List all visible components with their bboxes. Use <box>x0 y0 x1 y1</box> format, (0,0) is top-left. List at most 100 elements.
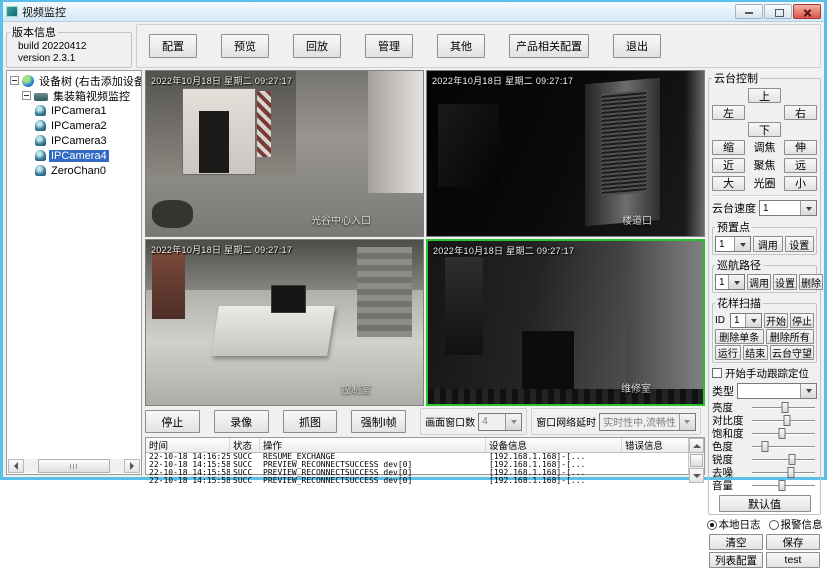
exit-button[interactable]: 退出 <box>613 34 661 58</box>
clear-button[interactable]: 清空 <box>709 534 763 550</box>
preview-button[interactable]: 预览 <box>221 34 269 58</box>
collapse-expander-icon[interactable] <box>22 91 31 100</box>
scrollbar-thumb[interactable] <box>690 454 703 467</box>
tree-item-ipcamera2[interactable]: IPCamera2 <box>35 118 141 133</box>
column-header-time[interactable]: 时间 <box>146 438 230 452</box>
radio-unselected-icon[interactable] <box>769 520 779 530</box>
manage-button[interactable]: 管理 <box>365 34 413 58</box>
slider-thumb[interactable] <box>779 428 786 439</box>
snapshot-button[interactable]: 抓图 <box>283 410 338 433</box>
type-combobox[interactable] <box>737 383 817 399</box>
product-config-button[interactable]: 产品相关配置 <box>509 34 589 58</box>
alarm-info-option[interactable]: 报警信息 <box>769 517 823 532</box>
focus-far-button[interactable]: 远 <box>784 158 817 173</box>
ptz-left-button[interactable]: 左 <box>712 105 745 120</box>
force-iframe-button[interactable]: 强制I帧 <box>351 410 406 433</box>
scroll-left-icon[interactable] <box>8 459 24 473</box>
pattern-id-combobox[interactable]: 1 <box>730 313 762 328</box>
log-row[interactable]: 22-10-18 14:15:58 SUCC PREVIEW_RECONNECT… <box>146 477 688 485</box>
iris-close-button[interactable]: 小 <box>784 176 817 191</box>
column-header-error[interactable]: 错误信息 <box>622 438 688 452</box>
slider-thumb[interactable] <box>761 441 768 452</box>
other-button[interactable]: 其他 <box>437 34 485 58</box>
ptz-speed-combobox[interactable]: 1 <box>759 200 817 216</box>
column-header-device[interactable]: 设备信息 <box>486 438 622 452</box>
window-count-combobox[interactable]: 4 <box>478 413 522 431</box>
pattern-start-button[interactable]: 开始 <box>764 313 788 328</box>
slider-thumb[interactable] <box>783 415 790 426</box>
save-button[interactable]: 保存 <box>766 534 820 550</box>
slider-thumb[interactable] <box>778 480 785 491</box>
test-button[interactable]: test <box>766 552 820 568</box>
zoom-out-button[interactable]: 缩 <box>712 140 745 155</box>
scroll-right-icon[interactable] <box>124 459 140 473</box>
column-header-operation[interactable]: 操作 <box>260 438 486 452</box>
scroll-up-icon[interactable] <box>689 438 704 453</box>
minimize-button[interactable] <box>735 4 763 19</box>
titlebar[interactable]: 视频监控 <box>3 2 824 22</box>
manual-track-checkbox[interactable] <box>712 368 722 378</box>
tree-item-ipcamera4-selected[interactable]: IPCamera4 <box>35 148 141 163</box>
log-row[interactable]: 22-10-18 14:16:25 SUCC RESUME_EXCHANGE [… <box>146 453 688 461</box>
tree-horizontal-scrollbar[interactable] <box>8 459 140 473</box>
log-table-header[interactable]: 时间 状态 操作 设备信息 错误信息 <box>146 438 688 453</box>
video-cell-4-selected[interactable]: 2022年10月18日 星期二 09:27:17 维修室 <box>426 239 705 406</box>
cruise-call-button[interactable]: 调用 <box>747 274 771 290</box>
pattern-delete-one-button[interactable]: 删除单条 <box>715 329 764 344</box>
pattern-run-button[interactable]: 运行 <box>715 345 741 360</box>
slider-thumb[interactable] <box>781 402 788 413</box>
focus-near-button[interactable]: 近 <box>712 158 745 173</box>
record-button[interactable]: 录像 <box>214 410 269 433</box>
sharpness-slider[interactable] <box>752 453 815 466</box>
slider-thumb[interactable] <box>788 454 795 465</box>
preset-set-button[interactable]: 设置 <box>785 236 815 252</box>
ptz-guard-button[interactable]: 云台守望 <box>770 345 814 360</box>
list-config-button[interactable]: 列表配置 <box>709 552 763 568</box>
maximize-button[interactable] <box>764 4 792 19</box>
cruise-set-button[interactable]: 设置 <box>773 274 797 290</box>
volume-slider[interactable] <box>752 479 815 492</box>
pattern-end-button[interactable]: 结束 <box>743 345 769 360</box>
tree-item-ipcamera3[interactable]: IPCamera3 <box>35 133 141 148</box>
brightness-slider[interactable] <box>752 401 815 414</box>
contrast-slider[interactable] <box>752 414 815 427</box>
log-vertical-scrollbar[interactable] <box>688 438 704 474</box>
ptz-up-button[interactable]: 上 <box>748 88 781 103</box>
ptz-down-button[interactable]: 下 <box>748 122 781 137</box>
radio-selected-icon[interactable] <box>707 520 717 530</box>
cruise-delete-button[interactable]: 删除 <box>799 274 823 290</box>
latency-combobox[interactable]: 实时性中,流畅性 <box>599 413 696 431</box>
stop-button[interactable]: 停止 <box>145 410 200 433</box>
hue-slider[interactable] <box>752 440 815 453</box>
default-values-button[interactable]: 默认值 <box>719 495 811 512</box>
saturation-slider[interactable] <box>752 427 815 440</box>
preset-combobox[interactable]: 1 <box>715 236 751 252</box>
denoise-slider[interactable] <box>752 466 815 479</box>
ptz-right-button[interactable]: 右 <box>784 105 817 120</box>
tree-root-item[interactable]: 设备树 (右击添加设备 <box>9 73 141 88</box>
close-button[interactable] <box>793 4 821 19</box>
video-cell-1[interactable]: 2022年10月18日 星期二 09:27:17 光谷中心入口 <box>145 70 424 237</box>
column-header-status[interactable]: 状态 <box>230 438 260 452</box>
video-cell-3[interactable]: 2022年10月18日 星期二 09:27:17 控制室 <box>145 239 424 406</box>
config-button[interactable]: 配置 <box>149 34 197 58</box>
iris-open-button[interactable]: 大 <box>712 176 745 191</box>
playback-button[interactable]: 回放 <box>293 34 341 58</box>
pattern-delete-all-button[interactable]: 删除所有 <box>766 329 815 344</box>
device-tree-panel[interactable]: 设备树 (右击添加设备 集装箱视频监控 IPCamera1 IPCamera2 … <box>6 70 142 475</box>
tree-group-item[interactable]: 集装箱视频监控 <box>21 88 141 103</box>
scrollbar-thumb[interactable] <box>38 459 110 473</box>
zoom-in-button[interactable]: 伸 <box>784 140 817 155</box>
pattern-stop-button[interactable]: 停止 <box>790 313 814 328</box>
video-cell-2[interactable]: 2022年10月18日 星期二 09:27:17 楼道口 <box>426 70 705 237</box>
log-row[interactable]: 22-10-18 14:15:58 SUCC PREVIEW_RECONNECT… <box>146 461 688 469</box>
cruise-combobox[interactable]: 1 <box>715 274 745 290</box>
local-log-option[interactable]: 本地日志 <box>707 517 761 532</box>
tree-item-zerochan0[interactable]: ZeroChan0 <box>35 163 141 178</box>
tree-item-ipcamera1[interactable]: IPCamera1 <box>35 103 141 118</box>
collapse-expander-icon[interactable] <box>10 76 19 85</box>
scroll-down-icon[interactable] <box>689 468 704 483</box>
slider-thumb[interactable] <box>788 467 795 478</box>
preset-call-button[interactable]: 调用 <box>753 236 783 252</box>
log-row[interactable]: 22-10-18 14:15:58 SUCC PREVIEW_RECONNECT… <box>146 469 688 477</box>
